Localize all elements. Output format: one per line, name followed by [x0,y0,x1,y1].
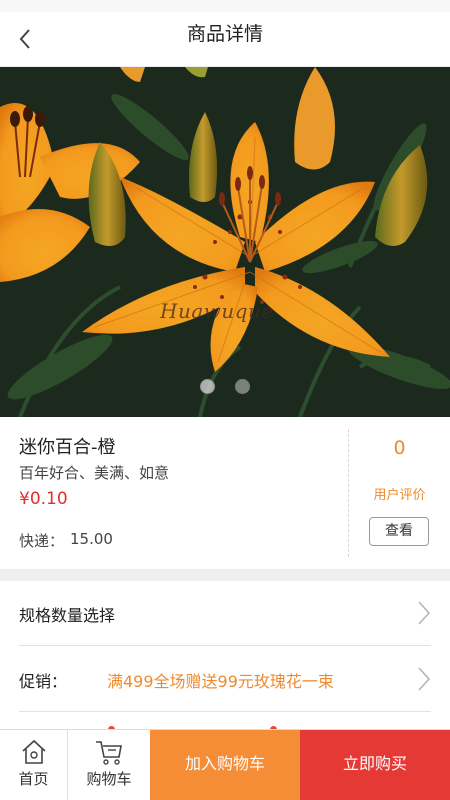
chevron-right-icon [418,601,431,625]
shipping-fee: 15.00 [70,530,113,548]
chevron-right-icon [418,667,431,691]
product-name: 迷你百合-橙 [19,437,116,458]
product-subtitle: 百年好合、美满、如意 [19,464,170,482]
tab-cart-label: 购物车 [86,770,132,788]
promotion-label: 促销： [19,672,68,691]
product-image-carousel[interactable]: Huawuque [0,67,450,417]
product-price: ¥0.10 [19,489,68,509]
buy-now-button[interactable]: 立即购买 [300,730,450,800]
review-label: 用户评价 [373,488,426,503]
tab-cart[interactable]: 购物车 [68,730,150,800]
add-to-cart-button[interactable]: 加入购物车 [150,730,300,800]
spec-quantity-row[interactable]: 规格数量选择 [19,581,431,646]
carousel-dot-2[interactable] [234,379,250,394]
home-icon [21,739,46,764]
tab-home-label: 首页 [18,770,49,788]
spec-quantity-label: 规格数量选择 [19,606,116,625]
product-info-panel: 迷你百合-橙 百年好合、美满、如意 ¥0.10 快递： 15.00 0 用户评价… [0,417,450,569]
image-watermark: Huawuque [160,299,274,323]
shipping-label: 快递： [19,532,65,550]
bottom-action-bar: 首页 购物车 加入购物车 立即购买 [0,729,450,800]
promotion-text: 满499全场赠送99元玫瑰花一束 [107,672,334,691]
cart-icon [96,741,122,765]
top-nav-bar: 商品详情 [0,12,450,67]
page-title: 商品详情 [186,23,263,45]
review-count: 0 [393,437,406,459]
tab-home[interactable]: 首页 [0,730,68,800]
carousel-dot-1[interactable] [200,379,216,394]
product-image [0,67,450,417]
status-bar [0,0,450,12]
promotion-row[interactable]: 促销： 满499全场赠送99元玫瑰花一束 [19,647,431,712]
view-reviews-button[interactable]: 查看 [369,517,429,546]
section-divider [0,569,450,581]
carousel-indicator [0,379,450,398]
